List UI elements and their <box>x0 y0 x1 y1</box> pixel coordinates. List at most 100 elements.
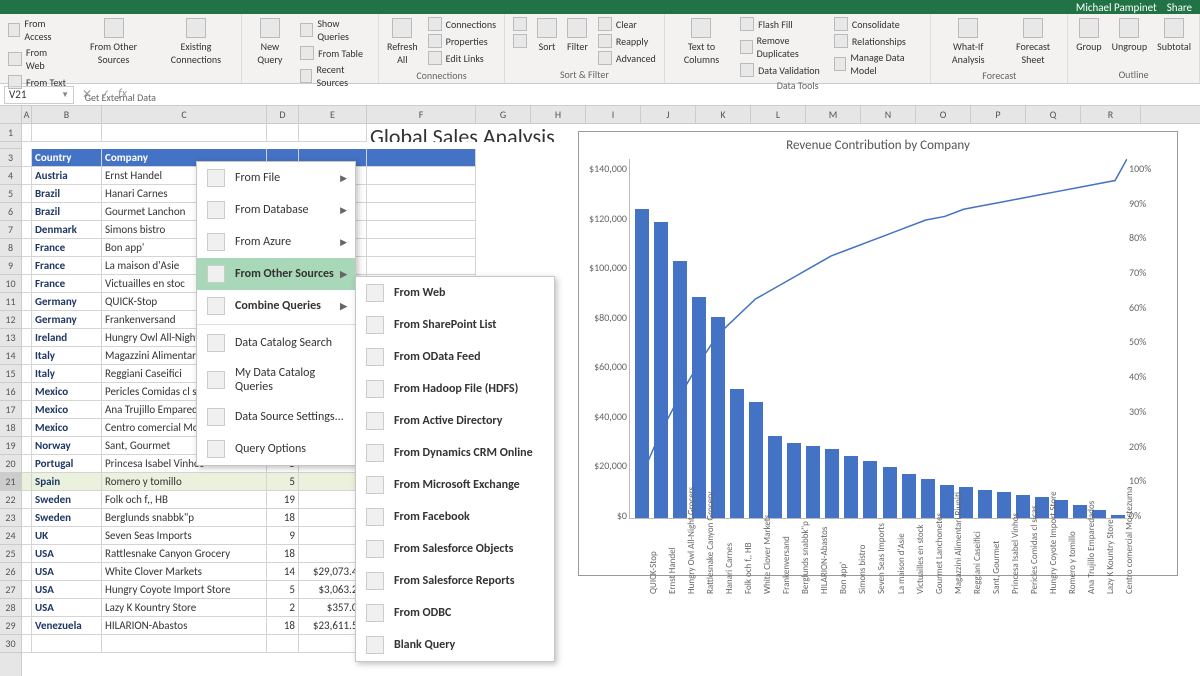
bar <box>692 297 706 518</box>
sort-za-icon <box>513 34 527 48</box>
connections-button[interactable]: Connections <box>426 16 498 32</box>
flash-icon <box>740 17 754 31</box>
data-validation-button[interactable]: Data Validation <box>738 62 826 78</box>
group-button[interactable]: Group <box>1074 16 1103 55</box>
filter-icon <box>567 18 587 38</box>
bar <box>902 474 916 518</box>
refresh-all-button[interactable]: Refresh All <box>385 16 420 68</box>
manage-data-model-button[interactable]: Manage Data Model <box>832 50 925 78</box>
sort-az-icon <box>513 17 527 31</box>
text-to-columns-button[interactable]: Text to Columns <box>671 16 732 68</box>
from-table-button[interactable]: From Table <box>298 45 372 61</box>
group-label: Outline <box>1074 67 1193 81</box>
sort-button[interactable]: Sort <box>535 16 559 55</box>
connections-icon <box>186 18 206 38</box>
submenu-item[interactable]: From Salesforce Objects <box>356 533 554 565</box>
menu-item[interactable]: From Database▶ <box>197 194 355 226</box>
relationships-button[interactable]: Relationships <box>832 33 925 49</box>
chart-title: Revenue Contribution by Company <box>579 132 1177 159</box>
bar <box>863 461 877 518</box>
sort-za-button[interactable] <box>511 33 529 49</box>
submenu-item[interactable]: From Active Directory <box>356 405 554 437</box>
bar <box>825 449 839 518</box>
menu-item[interactable]: From Azure▶ <box>197 226 355 258</box>
recent-sources-button[interactable]: Recent Sources <box>298 62 372 90</box>
menu-icon <box>366 572 384 590</box>
menu-icon <box>366 636 384 654</box>
cancel-icon[interactable]: ✕ <box>82 87 92 102</box>
new-query-menu[interactable]: From File▶From Database▶From Azure▶From … <box>196 161 356 466</box>
edit-icon <box>428 51 442 65</box>
existing-connections-button[interactable]: Existing Connections <box>157 16 235 68</box>
submenu-item[interactable]: From ODBC <box>356 597 554 629</box>
menu-icon <box>207 265 225 283</box>
submenu-item[interactable]: From SharePoint List <box>356 309 554 341</box>
access-icon <box>8 23 20 37</box>
subtotal-button[interactable]: Subtotal <box>1155 16 1193 55</box>
bar <box>883 467 897 518</box>
submenu-item[interactable]: Blank Query <box>356 629 554 661</box>
reapply-button[interactable]: Reapply <box>596 33 658 49</box>
dup-icon <box>740 40 752 54</box>
clear-button[interactable]: Clear <box>596 16 658 32</box>
column-headers[interactable]: ABCDEFGHIJKLMNOPQR <box>22 106 1200 124</box>
submenu-item[interactable]: From Salesforce Reports <box>356 565 554 597</box>
advanced-button[interactable]: Advanced <box>596 50 658 66</box>
menu-item[interactable]: Query Options <box>197 433 355 465</box>
bar <box>1073 505 1087 518</box>
ttc-icon <box>691 18 711 38</box>
fx-icon[interactable]: fx <box>118 87 127 102</box>
name-box[interactable]: V21▼ <box>4 86 74 104</box>
table-icon <box>300 46 314 60</box>
bar <box>749 402 763 518</box>
menu-icon <box>366 412 384 430</box>
show-queries-button[interactable]: Show Queries <box>298 16 372 44</box>
menu-item[interactable]: Data Source Settings... <box>197 401 355 433</box>
other-sources-submenu[interactable]: From WebFrom SharePoint ListFrom OData F… <box>355 276 555 662</box>
consolidate-button[interactable]: Consolidate <box>832 16 925 32</box>
group-icon <box>1079 18 1099 38</box>
group-label: Sort & Filter <box>511 67 658 81</box>
from-web-button[interactable]: From Web <box>6 45 70 73</box>
enter-icon[interactable]: ✓ <box>100 87 110 102</box>
what-if-button[interactable]: What-If Analysis <box>937 16 998 68</box>
menu-item[interactable]: My Data Catalog Queries <box>197 359 355 401</box>
ribbon: From Access From Web From Text From Othe… <box>0 14 1200 84</box>
submenu-item[interactable]: From Microsoft Exchange <box>356 469 554 501</box>
flash-fill-button[interactable]: Flash Fill <box>738 16 826 32</box>
remove-duplicates-button[interactable]: Remove Duplicates <box>738 33 826 61</box>
bar <box>844 456 858 518</box>
filter-button[interactable]: Filter <box>565 16 590 55</box>
sort-az-button[interactable] <box>511 16 529 32</box>
submenu-item[interactable]: From Facebook <box>356 501 554 533</box>
from-access-button[interactable]: From Access <box>6 16 70 44</box>
bar <box>711 317 725 518</box>
forecast-sheet-button[interactable]: Forecast Sheet <box>1005 16 1061 68</box>
row-headers[interactable]: 1345678910111213141516171819202122232425… <box>0 106 22 676</box>
properties-button[interactable]: Properties <box>426 33 498 49</box>
menu-item[interactable]: Data Catalog Search <box>197 327 355 359</box>
props-icon <box>428 34 442 48</box>
share-button[interactable]: Share <box>1167 1 1192 14</box>
clear-icon <box>598 17 612 31</box>
submenu-item[interactable]: From Hadoop File (HDFS) <box>356 373 554 405</box>
menu-item[interactable]: Combine Queries▶ <box>197 290 355 322</box>
from-other-sources-button[interactable]: From Other Sources <box>76 16 151 68</box>
menu-icon <box>207 233 225 251</box>
menu-icon <box>207 201 225 219</box>
submenu-item[interactable]: From Dynamics CRM Online <box>356 437 554 469</box>
bar <box>635 209 649 518</box>
edit-links-button[interactable]: Edit Links <box>426 50 498 66</box>
menu-item[interactable]: From File▶ <box>197 162 355 194</box>
menu-item[interactable]: From Other Sources▶ <box>197 258 355 290</box>
new-query-button[interactable]: New Query <box>248 16 292 68</box>
ungroup-button[interactable]: Ungroup <box>1110 16 1149 55</box>
chart[interactable]: Revenue Contribution by Company $140,000… <box>578 131 1178 576</box>
submenu-item[interactable]: From OData Feed <box>356 341 554 373</box>
val-icon <box>740 63 754 77</box>
ungroup-icon <box>1119 18 1139 38</box>
submenu-item[interactable]: From Web <box>356 277 554 309</box>
menu-icon <box>366 540 384 558</box>
x-labels: QUICK-StopErnst HandelHungry Owl All-Nig… <box>629 524 1127 594</box>
cons-icon <box>834 17 848 31</box>
